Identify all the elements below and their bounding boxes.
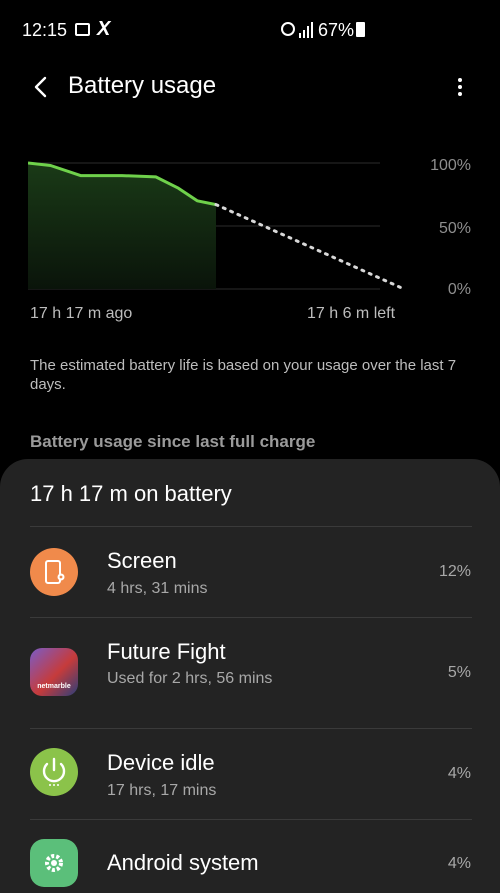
y-tick-0: 0% xyxy=(447,281,471,298)
battery-percent: 67% xyxy=(318,20,355,40)
usage-item-name: Screen xyxy=(107,548,177,573)
usage-item-detail: Used for 2 hrs, 56 mins xyxy=(107,670,273,687)
usage-item-percent: 4% xyxy=(447,855,471,872)
android-settings-icon xyxy=(30,839,78,887)
y-tick-50: 50% xyxy=(438,220,471,237)
usage-item-detail: 4 hrs, 31 mins xyxy=(107,580,208,597)
usage-area-fill xyxy=(28,163,216,289)
future-fight-app-icon: netmarble xyxy=(30,648,78,696)
gallery-icon xyxy=(75,23,90,36)
projected-usage-line xyxy=(214,203,406,291)
battery-chart xyxy=(28,161,406,291)
power-icon xyxy=(30,748,78,796)
on-battery-summary: 17 h 17 m on battery xyxy=(30,481,232,506)
battery-icon xyxy=(356,22,365,37)
usage-item-name: Future Fight xyxy=(107,639,226,664)
status-bar: 12:15 X 67% xyxy=(0,0,500,60)
app-badge: netmarble xyxy=(37,683,71,690)
alarm-icon xyxy=(281,22,295,36)
signal-icon xyxy=(299,22,313,38)
x-axis-start-label: 17 h 17 m ago xyxy=(30,305,133,322)
usage-item-percent: 5% xyxy=(447,664,471,681)
usage-item-name: Device idle xyxy=(107,750,215,775)
more-options-icon[interactable] xyxy=(453,75,467,99)
y-tick-100: 100% xyxy=(430,157,471,174)
usage-item-percent: 12% xyxy=(438,563,471,580)
x-axis-end-label: 17 h 6 m left xyxy=(307,305,396,322)
x-app-icon: X xyxy=(97,18,111,40)
section-heading: Battery usage since last full charge xyxy=(30,432,316,451)
page-title: Battery usage xyxy=(68,72,217,99)
status-time: 12:15 xyxy=(22,20,68,40)
back-arrow-icon[interactable] xyxy=(30,75,54,99)
usage-item-percent: 4% xyxy=(447,765,471,782)
estimate-note: The estimated battery life is based on y… xyxy=(30,357,457,393)
screen-settings-icon xyxy=(30,548,78,596)
usage-item-name: Android system xyxy=(107,850,259,875)
usage-item-detail: 17 hrs, 17 mins xyxy=(107,782,217,799)
